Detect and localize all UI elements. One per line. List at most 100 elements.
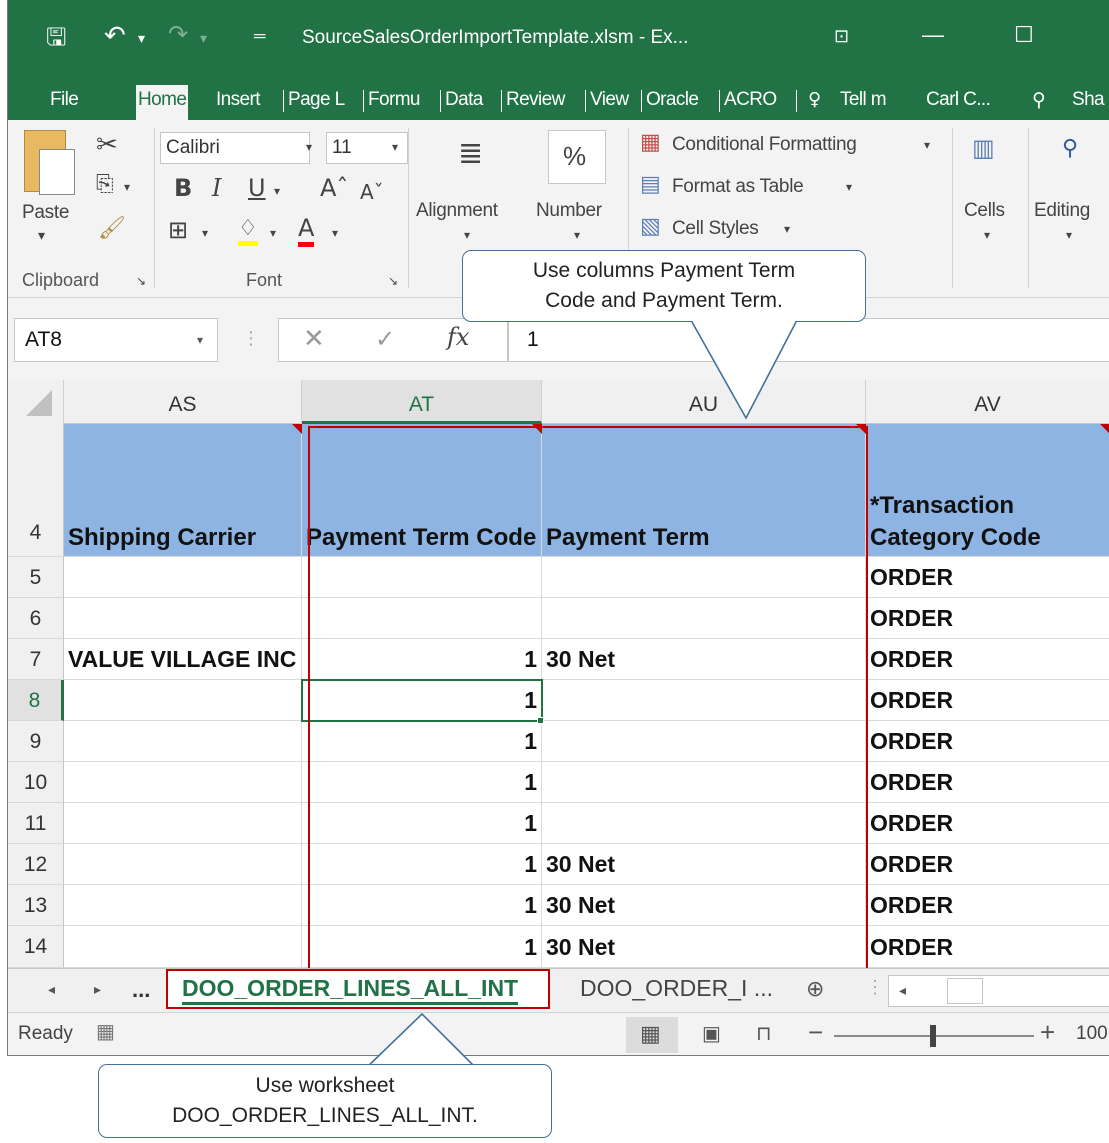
cell[interactable] (64, 803, 302, 844)
cell[interactable]: ORDER (866, 926, 1109, 968)
tab-oracle[interactable]: Oracle (646, 85, 699, 120)
editing-button[interactable]: Editing (1034, 200, 1090, 222)
cell[interactable]: ORDER (866, 639, 1109, 680)
scroll-left-icon[interactable]: ◂ (899, 982, 906, 999)
cell[interactable]: ORDER (866, 762, 1109, 803)
share-label[interactable]: Sha (1072, 85, 1105, 120)
tab-home[interactable]: Home (136, 85, 189, 120)
font-color-dropdown-icon[interactable]: ▾ (332, 226, 338, 240)
cell[interactable]: ORDER (866, 885, 1109, 926)
tab-review[interactable]: Review (506, 85, 565, 120)
row-header[interactable]: 11 (8, 803, 64, 844)
tab-file[interactable]: File (50, 85, 79, 120)
cell[interactable]: VALUE VILLAGE INC (64, 639, 302, 680)
zoom-slider-thumb[interactable] (930, 1025, 936, 1047)
alignment-icon[interactable]: ≣ (458, 136, 483, 171)
macro-record-icon[interactable]: ▦ (96, 1019, 115, 1044)
scroll-tabs-left-icon[interactable]: ◂ (48, 981, 55, 998)
zoom-out-icon[interactable]: − (808, 1017, 823, 1048)
conditional-formatting-icon[interactable]: ▦ (640, 130, 661, 155)
tab-formulas[interactable]: Formu (368, 85, 421, 120)
number-icon[interactable]: % (548, 130, 606, 184)
cell[interactable] (64, 680, 302, 721)
header-cell-transaction-category-code[interactable]: *Transaction Category Code (866, 424, 1109, 557)
name-box[interactable]: AT8 ▾ (14, 318, 218, 362)
cells-button[interactable]: Cells (964, 200, 1005, 222)
italic-icon[interactable]: I (212, 174, 221, 202)
cell-styles-icon[interactable]: ▧ (640, 214, 661, 239)
bold-icon[interactable]: B (174, 174, 192, 202)
cell[interactable] (64, 598, 302, 639)
row-header[interactable]: 9 (8, 721, 64, 762)
copy-icon[interactable]: ⎘ (96, 172, 114, 197)
fill-color-icon[interactable]: ♢ (238, 216, 258, 246)
cell[interactable]: ORDER (866, 557, 1109, 598)
font-launcher-icon[interactable]: ↘ (388, 274, 398, 288)
cell[interactable]: ORDER (866, 844, 1109, 885)
row-header[interactable]: 14 (8, 926, 64, 968)
normal-view-button[interactable]: ▦ (626, 1017, 678, 1053)
column-header-av[interactable]: AV (866, 380, 1109, 424)
column-header-at[interactable]: AT (302, 380, 542, 424)
more-sheets-button[interactable]: ... (132, 977, 150, 1003)
format-as-table-button[interactable]: Format as Table (672, 176, 804, 198)
row-header[interactable]: 4 (8, 424, 64, 557)
format-as-table-dropdown-icon[interactable]: ▾ (846, 180, 852, 194)
tab-view[interactable]: View (590, 85, 629, 120)
cell[interactable] (64, 721, 302, 762)
undo-dropdown-icon[interactable]: ▾ (138, 30, 145, 47)
cell[interactable]: ORDER (866, 721, 1109, 762)
minimize-icon[interactable]: — (922, 22, 944, 48)
cell[interactable] (64, 885, 302, 926)
clipboard-launcher-icon[interactable]: ↘ (136, 274, 146, 288)
enter-entry-icon[interactable]: ✓ (375, 325, 395, 354)
increase-font-icon[interactable]: Aˆ (320, 174, 348, 202)
save-icon[interactable]: 🖫 (46, 20, 66, 61)
customize-qat-icon[interactable]: ═ (254, 28, 265, 46)
underline-dropdown-icon[interactable]: ▾ (274, 184, 280, 198)
header-cell-shipping-carrier[interactable]: Shipping Carrier (64, 424, 302, 557)
row-header[interactable]: 13 (8, 885, 64, 926)
sheet-tab-active[interactable]: DOO_ORDER_LINES_ALL_INT (166, 969, 550, 1009)
cell-styles-button[interactable]: Cell Styles (672, 218, 759, 240)
cell[interactable] (64, 844, 302, 885)
tell-me-search[interactable]: Tell m (840, 85, 887, 120)
cells-dropdown-icon[interactable]: ▾ (984, 228, 990, 242)
share-icon[interactable]: ⚲ (1032, 85, 1046, 120)
underline-icon[interactable]: U (248, 174, 266, 202)
row-header[interactable]: 5 (8, 557, 64, 598)
undo-icon[interactable]: ↶ (104, 20, 126, 51)
font-size-dropdown-icon[interactable]: ▾ (392, 140, 398, 154)
paste-icon[interactable] (24, 130, 75, 195)
scrollbar-thumb[interactable] (947, 978, 983, 1004)
cells-icon[interactable]: ▥ (972, 134, 995, 162)
cancel-entry-icon[interactable]: ✕ (303, 323, 325, 354)
format-painter-icon[interactable]: 🖌 (98, 216, 126, 241)
alignment-dropdown-icon[interactable]: ▾ (464, 228, 470, 242)
row-header[interactable]: 6 (8, 598, 64, 639)
cut-icon[interactable]: ✂ (96, 130, 118, 160)
paste-button[interactable]: Paste (22, 202, 69, 224)
conditional-formatting-dropdown-icon[interactable]: ▾ (924, 138, 930, 152)
row-header[interactable]: 10 (8, 762, 64, 803)
tab-insert[interactable]: Insert (216, 85, 261, 120)
borders-icon[interactable]: ⊞ (168, 216, 188, 244)
cell[interactable]: ORDER (866, 803, 1109, 844)
zoom-level[interactable]: 100 (1076, 1023, 1108, 1045)
maximize-icon[interactable]: ☐ (1014, 22, 1034, 48)
row-header-selected[interactable]: 8 (8, 680, 64, 721)
tab-page-layout[interactable]: Page L (288, 85, 345, 120)
scroll-tabs-right-icon[interactable]: ▸ (94, 981, 101, 998)
sheet-tab[interactable]: DOO_ORDER_I ... (580, 975, 773, 1002)
select-all-button[interactable] (8, 380, 64, 424)
tab-data[interactable]: Data (445, 85, 483, 120)
user-account[interactable]: Carl C... (926, 85, 991, 120)
conditional-formatting-button[interactable]: Conditional Formatting (672, 134, 857, 156)
ribbon-display-icon[interactable]: ⊡ (834, 26, 849, 47)
number-button[interactable]: Number (536, 200, 602, 222)
copy-dropdown-icon[interactable]: ▾ (124, 180, 130, 194)
decrease-font-icon[interactable]: Aˇ (360, 180, 384, 204)
page-layout-icon[interactable]: ▣ (702, 1021, 721, 1046)
number-dropdown-icon[interactable]: ▾ (574, 228, 580, 242)
page-break-icon[interactable]: ⊓ (756, 1021, 772, 1046)
